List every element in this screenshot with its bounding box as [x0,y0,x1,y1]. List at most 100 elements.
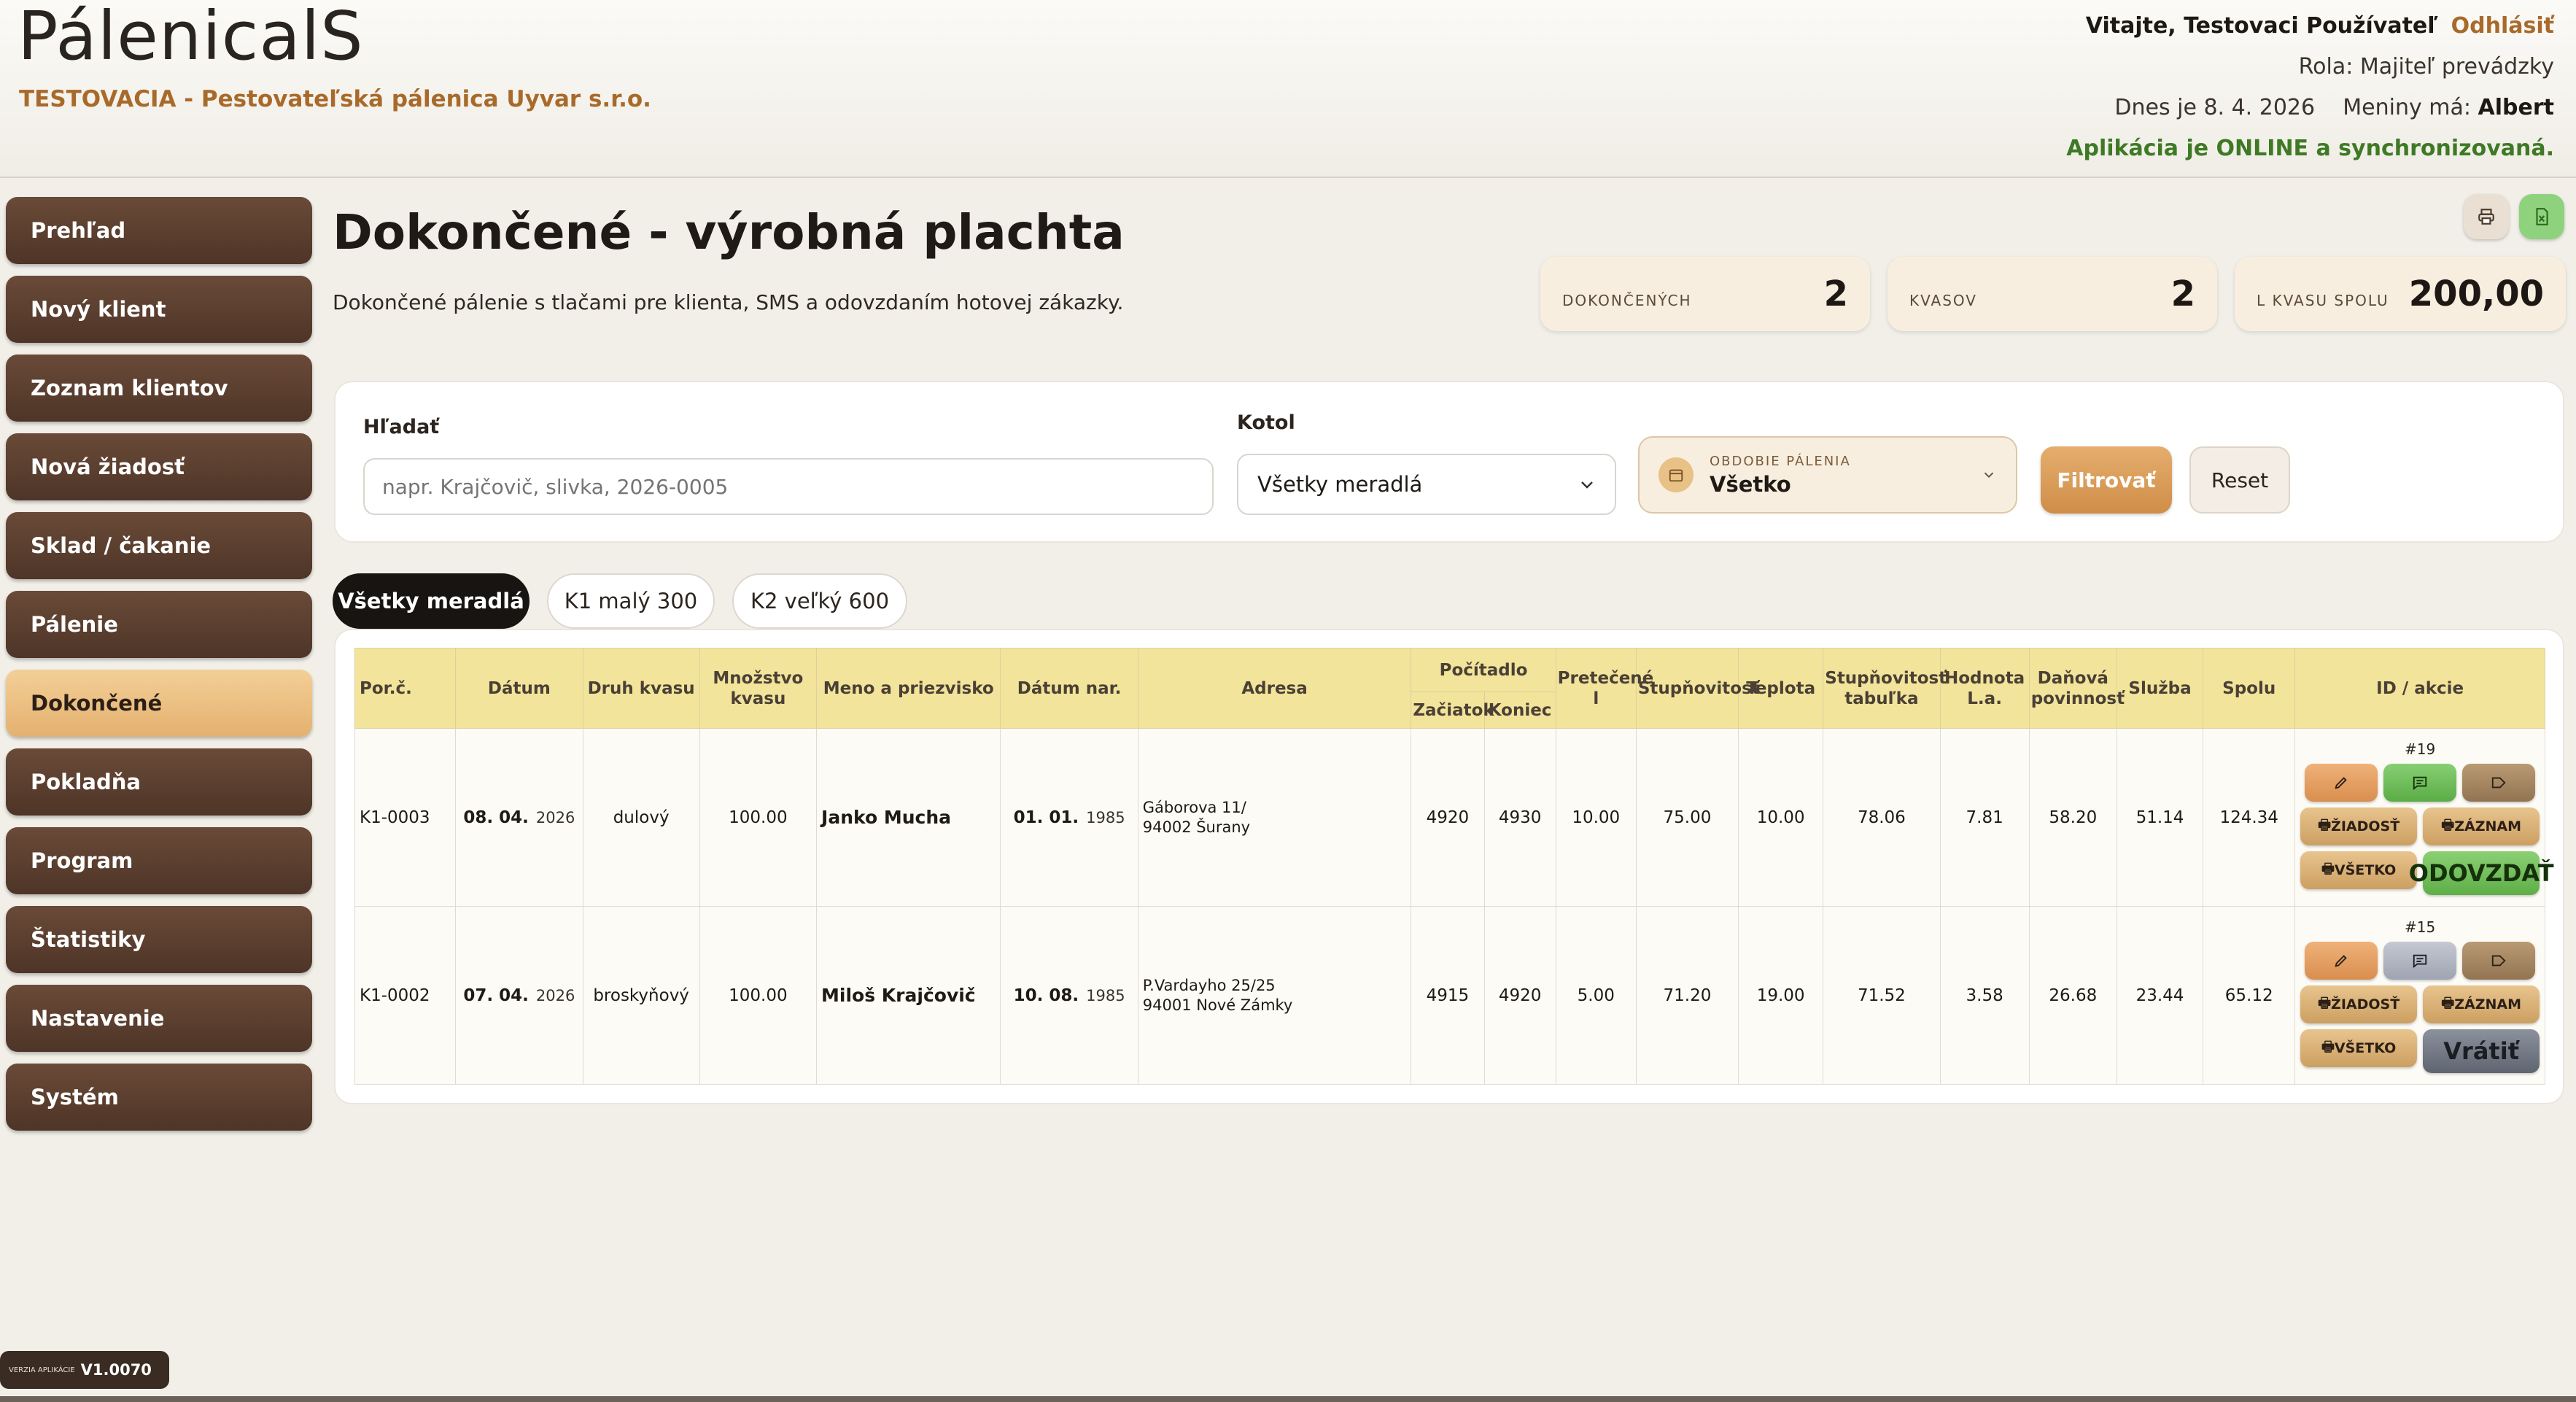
cell-druh: broskyňový [582,906,700,1085]
print-button[interactable] [2464,194,2509,239]
stat-value: 2 [2170,274,2195,314]
period-label: OBDOBIE PÁLENIA [1710,453,1851,469]
cell-nar-year: 1985 [1086,986,1125,1004]
sidebar-item-program[interactable]: Program [6,827,312,894]
edit-button[interactable] [2305,763,2378,802]
welcome-text: Vitajte, Testovaci Používateľ [2085,13,2438,39]
cell-druh: dulový [582,728,700,907]
logout-link[interactable]: Odhlásiť [2451,13,2554,39]
nameday-name: Albert [2478,95,2554,120]
sidebar-item-zoznam-klientov[interactable]: Zoznam klientov [6,355,312,422]
app-logo[interactable]: PálenicalS [18,0,364,75]
cell-por: K1-0003 [354,728,457,907]
sidebar-item-pokladna[interactable]: Pokladňa [6,748,312,816]
print-ziadost-button[interactable]: 🖶 ŽIADOSŤ [2300,985,2418,1023]
col-header-pocitadlo: Počítadlo [1411,648,1556,692]
stat-label: KVASOV [1909,292,1977,309]
cell-hodnota: 3.58 [1939,906,2030,1085]
col-header-danova: Daňová povinnosť [2028,648,2125,729]
period-select[interactable]: OBDOBIE PÁLENIA Všetko [1638,436,2017,514]
col-header-zaciatok: Začiatok [1411,692,1494,729]
print-ziadost-button[interactable]: 🖶 ŽIADOSŤ [2300,807,2418,845]
reset-button[interactable]: Reset [2189,446,2290,514]
sms-button[interactable] [2383,941,2457,980]
cell-meno: Miloš Krajčovič [816,906,1001,1085]
row-id: #19 [2405,740,2436,758]
cell-pretecene: 10.00 [1555,728,1637,907]
sidebar-item-nastavenie[interactable]: Nastavenie [6,985,312,1052]
sidebar-item-statistiky[interactable]: Štatistiky [6,906,312,973]
cell-adresa: P.Vardayho 25/25 94001 Nové Zámky [1137,906,1412,1085]
sidebar-item-palenie[interactable]: Pálenie [6,591,312,658]
printer-icon: 🖶 [2321,860,2335,877]
cell-akcie: #15 🖶 ŽIADOSŤ 🖶 ZÁZNAM 🖶 VŠETKO Vrátiť [2294,906,2545,1085]
print-zaznam-button[interactable]: 🖶 ZÁZNAM [2423,807,2540,845]
version-label: VERZIA APLIKÁCIE [9,1366,75,1374]
tab-vsetky-meradla[interactable]: Všetky meradlá [333,573,529,629]
print-vsetko-button[interactable]: 🖶 VŠETKO [2300,851,2418,889]
cell-stupnovitost-tabulka: 78.06 [1823,728,1941,907]
col-header-sluzba: Služba [2116,648,2204,729]
chevron-down-icon [1984,472,1994,479]
cell-nar-dm: 10. 08. [1013,985,1079,1005]
table-row: K1-0002 07. 04. 2026 broskyňový 100.00 Mi… [354,906,2545,1085]
col-header-datum: Dátum [455,648,583,729]
cell-datum: 07. 04. 2026 [455,906,583,1085]
sidebar-item-novy-klient[interactable]: Nový klient [6,276,312,343]
sidebar-item-dokoncene[interactable]: Dokončené [6,670,312,737]
col-header-meno: Meno a priezvisko [816,648,1001,729]
pencil-icon [2335,954,2347,967]
sms-button[interactable] [2383,763,2457,802]
sidebar-item-nova-ziadost[interactable]: Nová žiadosť [6,433,312,500]
cell-por: K1-0002 [354,906,457,1085]
printer-icon: 🖶 [2441,994,2455,1011]
label-button[interactable] [2462,941,2536,980]
sidebar-item-system[interactable]: Systém [6,1064,312,1131]
stat-label: L KVASU SPOLU [2257,292,2389,309]
version-badge: VERZIA APLIKÁCIE V1.0070 [0,1351,169,1389]
tag-icon [2491,777,2506,788]
tab-k1-maly[interactable]: K1 malý 300 [547,573,715,629]
tab-k2-velky[interactable]: K2 veľký 600 [732,573,907,629]
label-button[interactable] [2462,763,2536,802]
edit-button[interactable] [2305,941,2378,980]
cell-sluzba: 51.14 [2116,728,2204,907]
bottom-border [0,1396,2576,1402]
message-icon [2413,776,2427,790]
cell-stupnovitost: 71.20 [1635,906,1739,1085]
cell-hodnota: 7.81 [1939,728,2030,907]
print-ziadost-label: ŽIADOSŤ [2331,818,2400,834]
stat-label: DOKONČENÝCH [1562,292,1692,309]
sidebar-item-prehlad[interactable]: Prehľad [6,197,312,264]
cell-datum: 08. 04. 2026 [455,728,583,907]
online-status: Aplikácia je ONLINE a synchronizovaná. [2066,136,2554,161]
kotol-select[interactable]: Všetky meradlá [1237,454,1616,515]
print-vsetko-button[interactable]: 🖶 VŠETKO [2300,1029,2418,1067]
search-input[interactable] [363,458,1214,515]
app-header: PálenicalS TESTOVACIA - Pestovateľská pá… [0,0,2576,178]
cell-stupnovitost-tabulka: 71.52 [1823,906,1941,1085]
vratit-button[interactable]: Vrátiť [2423,1029,2540,1073]
version-value: V1.0070 [80,1361,152,1379]
print-zaznam-button[interactable]: 🖶 ZÁZNAM [2423,985,2540,1023]
address-line2: 94001 Nové Zámky [1142,996,1293,1014]
sidebar-item-sklad[interactable]: Sklad / čakanie [6,512,312,579]
cell-mnozstvo: 100.00 [699,728,818,907]
filter-button[interactable]: Filtrovať [2041,446,2172,514]
cell-pretecene: 5.00 [1555,906,1637,1085]
production-table: Por.č. Dátum Druh kvasu Množstvo kvasu M… [354,648,2554,1085]
stat-value: 200,00 [2408,274,2544,314]
col-header-koniec: Koniec [1483,692,1556,729]
export-excel-button[interactable] [2519,194,2564,239]
cell-danova: 58.20 [2028,728,2117,907]
cell-stupnovitost: 75.00 [1635,728,1739,907]
cell-akcie: #19 🖶 ŽIADOSŤ 🖶 ZÁZNAM 🖶 VŠETKO ODOVZDAŤ [2294,728,2554,907]
print-zaznam-label: ZÁZNAM [2454,996,2521,1012]
cell-teplota: 10.00 [1738,728,1824,907]
col-header-mnozstvo: Množstvo kvasu [699,648,818,729]
cell-koniec: 4930 [1483,728,1556,907]
col-header-akcie: ID / akcie [2294,648,2545,729]
company-name: TESTOVACIA - Pestovateľská pálenica Uyva… [19,86,651,112]
cell-spolu: 65.12 [2203,906,2296,1085]
odovzdat-button[interactable]: ODOVZDAŤ [2409,851,2554,895]
